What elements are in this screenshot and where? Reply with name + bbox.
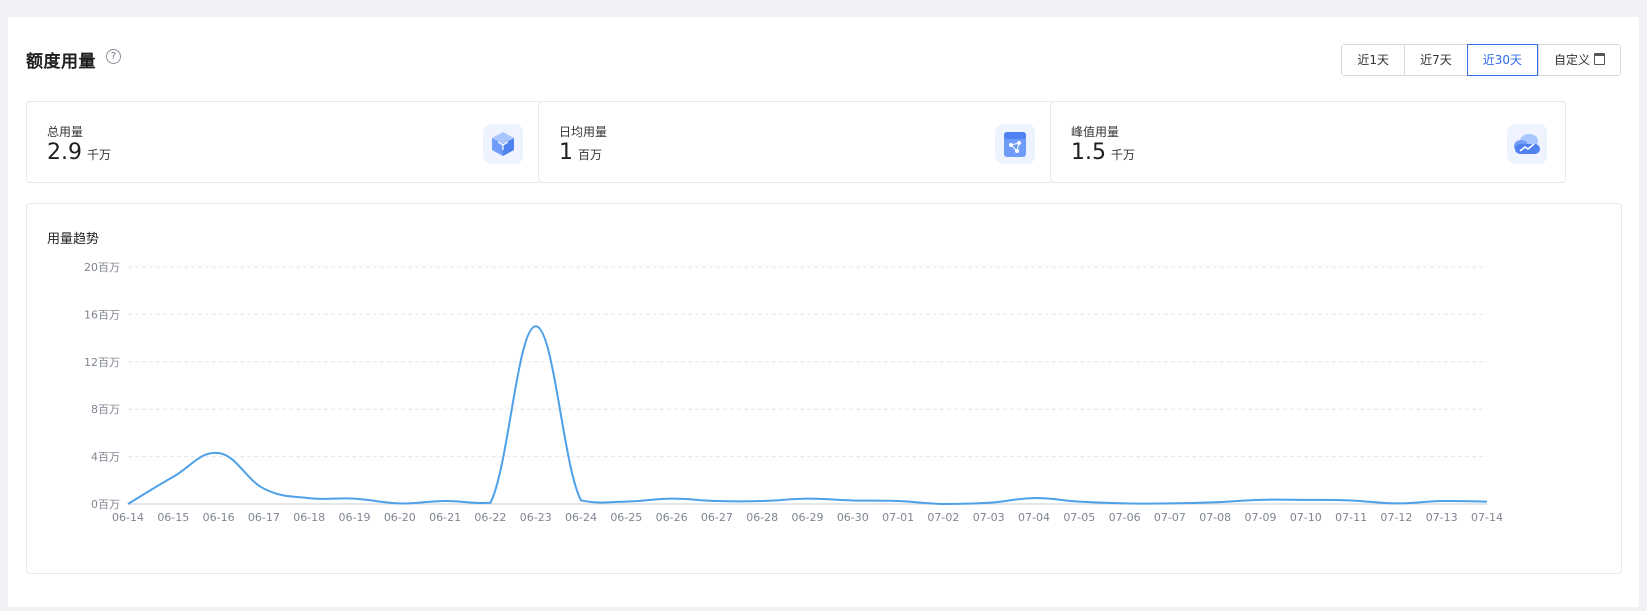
- y-tick-label: 16百万: [84, 308, 120, 321]
- x-tick-label: 07-10: [1290, 511, 1322, 524]
- range-30-day-button[interactable]: 近30天: [1466, 44, 1538, 76]
- daily-average-value: 1: [559, 140, 573, 165]
- usage-trend-chart: 0百万 4百万 8百万 12百万 16百万 20百万 06-14 06-15 06-16 06-1…: [84, 261, 1503, 524]
- usage-trend-panel: 用量趋势 0百万 4百万 8百万 12百万 16百万 20百万 06-14 06-15 06-1…: [26, 203, 1622, 574]
- x-tick-label: 06-26: [656, 511, 688, 524]
- x-tick-label: 07-09: [1245, 511, 1277, 524]
- calendar-icon: [1594, 53, 1605, 65]
- quota-usage-page: 额度用量 ? 近1天 近7天 近30天 自定义 总用量 2.9 千万 日均用量 …: [8, 17, 1639, 607]
- peak-usage-value: 1.5: [1071, 140, 1106, 165]
- x-tick-label: 07-12: [1380, 511, 1412, 524]
- x-tick-label: 06-20: [384, 511, 416, 524]
- x-tick-label: 06-14: [112, 511, 144, 524]
- peak-usage-unit: 千万: [1111, 148, 1136, 162]
- daily-average-value-row: 1 百万: [559, 140, 602, 165]
- page-header: 额度用量 ? 近1天 近7天 近30天 自定义: [26, 41, 1621, 81]
- x-tick-label: 06-27: [701, 511, 733, 524]
- x-tick-label: 06-17: [248, 511, 280, 524]
- range-custom-button[interactable]: 自定义: [1537, 45, 1620, 75]
- question-circle-icon[interactable]: ?: [106, 49, 121, 64]
- range-7-day-button[interactable]: 近7天: [1404, 45, 1467, 75]
- peak-usage-value-row: 1.5 千万: [1071, 140, 1135, 165]
- cube-icon: [483, 124, 523, 164]
- x-tick-label: 07-11: [1335, 511, 1367, 524]
- daily-average-card: 日均用量 1 百万: [538, 101, 1054, 183]
- usage-series-line: [127, 325, 1488, 505]
- range-1-day-button[interactable]: 近1天: [1342, 45, 1405, 75]
- y-tick-label: 4百万: [91, 451, 120, 464]
- x-tick-label: 06-16: [203, 511, 235, 524]
- x-tick-label: 07-03: [973, 511, 1005, 524]
- x-tick-label: 06-25: [610, 511, 642, 524]
- x-tick-label: 07-02: [927, 511, 959, 524]
- daily-average-unit: 百万: [578, 148, 603, 162]
- x-tick-label: 07-01: [882, 511, 914, 524]
- peak-usage-label: 峰值用量: [1071, 125, 1120, 139]
- peak-usage-card: 峰值用量 1.5 千万: [1050, 101, 1566, 183]
- x-tick-label: 06-21: [429, 511, 461, 524]
- page-title: 额度用量: [26, 52, 96, 72]
- time-range-selector: 近1天 近7天 近30天 自定义: [1341, 44, 1621, 76]
- x-tick-label: 06-18: [293, 511, 325, 524]
- total-usage-value-row: 2.9 千万: [47, 140, 111, 165]
- x-tick-label: 07-14: [1471, 511, 1503, 524]
- total-usage-value: 2.9: [47, 140, 82, 165]
- y-tick-label: 0百万: [91, 498, 120, 511]
- x-tick-label: 06-19: [339, 511, 371, 524]
- x-tick-label: 06-23: [520, 511, 552, 524]
- x-tick-label: 07-06: [1109, 511, 1141, 524]
- usage-summary-cards: 总用量 2.9 千万 日均用量 1 百万 峰值用量 1.5 千万: [26, 101, 1639, 185]
- x-tick-label: 07-13: [1426, 511, 1458, 524]
- x-tick-label: 07-05: [1063, 511, 1095, 524]
- x-tick-label: 06-22: [474, 511, 506, 524]
- total-usage-card: 总用量 2.9 千万: [26, 101, 542, 183]
- total-usage-unit: 千万: [87, 148, 112, 162]
- x-tick-label: 06-30: [837, 511, 869, 524]
- x-tick-label: 06-15: [157, 511, 189, 524]
- x-tick-label: 07-07: [1154, 511, 1186, 524]
- x-tick-label: 07-08: [1199, 511, 1231, 524]
- share-card-icon: [995, 124, 1035, 164]
- total-usage-label: 总用量: [47, 125, 84, 139]
- y-tick-label: 20百万: [84, 261, 120, 274]
- x-tick-label: 06-29: [792, 511, 824, 524]
- x-tick-label: 06-24: [565, 511, 597, 524]
- cloud-trend-icon: [1507, 124, 1547, 164]
- y-tick-label: 8百万: [91, 403, 120, 416]
- x-tick-label: 06-28: [746, 511, 778, 524]
- x-tick-label: 07-04: [1018, 511, 1050, 524]
- range-custom-label: 自定义: [1553, 53, 1590, 67]
- daily-average-label: 日均用量: [559, 125, 608, 139]
- y-tick-label: 12百万: [84, 356, 120, 369]
